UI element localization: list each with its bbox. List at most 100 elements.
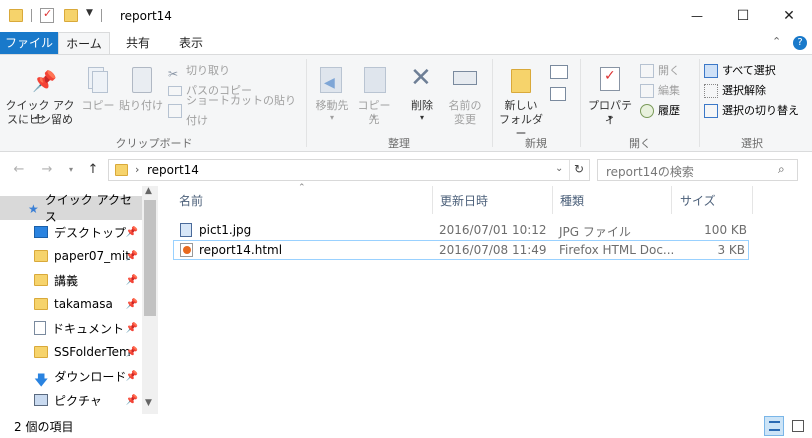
rename-button[interactable]: 名前の 変更 (444, 63, 486, 127)
nav-item-label: takamasa (54, 297, 113, 311)
search-input[interactable]: report14の検索 ⌕ (597, 159, 798, 181)
maximize-button[interactable]: ☐ (720, 0, 766, 32)
recent-locations-icon[interactable]: ▾ (62, 160, 80, 178)
help-icon[interactable]: ? (793, 36, 807, 50)
tab-home[interactable]: ホーム (58, 32, 110, 54)
easy-access-icon[interactable] (550, 87, 566, 101)
edit-label: 編集 (658, 84, 680, 97)
pin-icon[interactable]: 📌 (126, 347, 138, 358)
nav-item-desktop[interactable]: デスクトップ 📌 (0, 220, 142, 244)
open-group-label: 開く (629, 137, 651, 150)
column-header-name[interactable]: 名前 (179, 192, 203, 214)
file-type: JPG ファイル (559, 225, 631, 239)
new-item-icon[interactable] (550, 65, 568, 79)
file-size: 100 KB (704, 223, 747, 237)
breadcrumb[interactable]: report14 (147, 163, 199, 177)
select-none-button[interactable]: 選択解除 (704, 81, 808, 101)
nav-item-label: デスクトップ (54, 225, 127, 240)
scroll-down-icon[interactable]: ▼ (145, 398, 152, 408)
nav-item-quick-access[interactable]: ★ クイック アクセス (0, 193, 142, 224)
properties-quick-icon[interactable]: ✓ (40, 7, 54, 23)
new-folder-button[interactable]: 新しい フォルダー (496, 63, 546, 140)
pin-icon[interactable]: 📌 (126, 395, 138, 406)
copy-button[interactable]: コピー (80, 63, 116, 123)
select-all-label: すべて選択 (722, 64, 776, 77)
select-none-icon (704, 84, 718, 98)
open-button[interactable]: 開く (640, 61, 696, 81)
close-button[interactable]: ✕ (766, 0, 812, 32)
scroll-thumb[interactable] (144, 200, 156, 316)
table-row[interactable]: pict1.jpg 2016/07/01 10:12 JPG ファイル 100 … (173, 220, 749, 240)
scroll-up-icon[interactable]: ▲ (145, 186, 152, 196)
paste-button[interactable]: 貼り付け (118, 63, 164, 123)
invert-selection-icon (704, 104, 718, 118)
pin-quick-access-button[interactable]: 📌 クイック アクセ スにピン留め (4, 63, 76, 133)
history-icon (640, 104, 654, 118)
forward-arrow-icon[interactable]: → (38, 160, 56, 178)
copy-label: コピー (81, 99, 115, 112)
back-arrow-icon[interactable]: ← (10, 160, 28, 178)
nav-item-ssfoldertemp[interactable]: SSFolderTemp 📌 (0, 340, 142, 364)
column-header-modified[interactable]: 更新日時 (440, 192, 488, 214)
dropdown-arrow: ▾ (419, 113, 424, 122)
tab-share[interactable]: 共有 (114, 32, 162, 54)
tab-view[interactable]: 表示 (166, 32, 216, 54)
paste-shortcut-button[interactable]: ショートカットの貼り付け (168, 94, 304, 127)
refresh-icon[interactable]: ↻ (574, 162, 584, 176)
pin-icon[interactable]: 📌 (126, 299, 138, 310)
ribbon-tabs: ファイル ホーム 共有 表示 ⌃ ? (0, 32, 812, 54)
table-row[interactable]: report14.html 2016/07/08 11:49 Firefox H… (173, 240, 749, 260)
folder-icon (9, 9, 23, 22)
minimize-button[interactable]: — (674, 0, 720, 32)
up-arrow-icon[interactable]: ↑ (84, 160, 102, 178)
tab-file[interactable]: ファイル (0, 32, 58, 54)
details-view-button[interactable] (764, 416, 784, 436)
large-icons-view-button[interactable] (788, 416, 808, 436)
documents-icon (34, 321, 46, 335)
divider[interactable] (671, 186, 672, 214)
pictures-icon (34, 394, 48, 406)
history-button[interactable]: 履歴 (640, 101, 696, 121)
nav-item-pictures[interactable]: ピクチャ 📌 (0, 388, 142, 412)
nav-item-lecture[interactable]: 講義 📌 (0, 268, 142, 292)
properties-button[interactable]: ✓ プロパティ ▾ (584, 63, 636, 127)
divider[interactable] (752, 186, 753, 214)
pin-icon[interactable]: 📌 (126, 227, 138, 238)
divider[interactable] (432, 186, 433, 214)
invert-selection-button[interactable]: 選択の切り替え (704, 101, 808, 121)
pin-icon: 📌 (32, 69, 57, 93)
dropdown-arrow: ▾ (371, 113, 376, 122)
address-bar[interactable]: › report14 ⌄ ↻ (108, 159, 590, 181)
status-bar: 2 個の項目 (0, 414, 812, 438)
select-all-button[interactable]: すべて選択 (704, 61, 808, 81)
address-dropdown-icon[interactable]: ⌄ (555, 163, 563, 174)
nav-scrollbar[interactable]: ▲ ▼ (142, 186, 158, 414)
move-to-button[interactable]: ◀ 移動先 ▾ (310, 63, 354, 127)
nav-item-label: ダウンロード (54, 369, 127, 384)
nav-item-documents[interactable]: ドキュメント 📌 (0, 316, 142, 340)
expand-ribbon-icon[interactable]: ⌃ (772, 35, 781, 48)
divider[interactable] (552, 186, 553, 214)
copy-to-icon (364, 67, 386, 93)
copy-to-button[interactable]: コピー先 ▾ (354, 63, 394, 127)
nav-item-downloads[interactable]: 🡇 ダウンロード 📌 (0, 364, 142, 390)
edit-button[interactable]: 編集 (640, 81, 696, 101)
nav-item-paper07[interactable]: paper07_mits 📌 (0, 244, 142, 268)
nav-item-label: 講義 (54, 273, 79, 288)
delete-button[interactable]: ✕ 削除 ▾ (402, 63, 442, 127)
pin-icon[interactable]: 📌 (126, 323, 138, 334)
title-bar: ✓ ▼ report14 — ☐ ✕ (0, 0, 812, 32)
pin-icon[interactable]: 📌 (126, 275, 138, 286)
pin-icon[interactable]: 📌 (126, 251, 138, 262)
pin-icon[interactable]: 📌 (126, 371, 138, 382)
search-icon[interactable]: ⌕ (778, 162, 785, 177)
cut-button[interactable]: ✂ 切り取り (168, 61, 304, 81)
new-folder-quick-icon[interactable] (64, 9, 78, 22)
quick-access-dropdown-icon[interactable]: ▼ (86, 8, 93, 18)
column-header-type[interactable]: 種類 (560, 192, 584, 214)
scissors-icon: ✂ (168, 67, 179, 81)
breadcrumb-separator-icon: › (135, 163, 140, 176)
nav-item-takamasa[interactable]: takamasa 📌 (0, 292, 142, 316)
column-header-size[interactable]: サイズ (680, 192, 716, 214)
file-type: Firefox HTML Doc... (559, 243, 675, 257)
